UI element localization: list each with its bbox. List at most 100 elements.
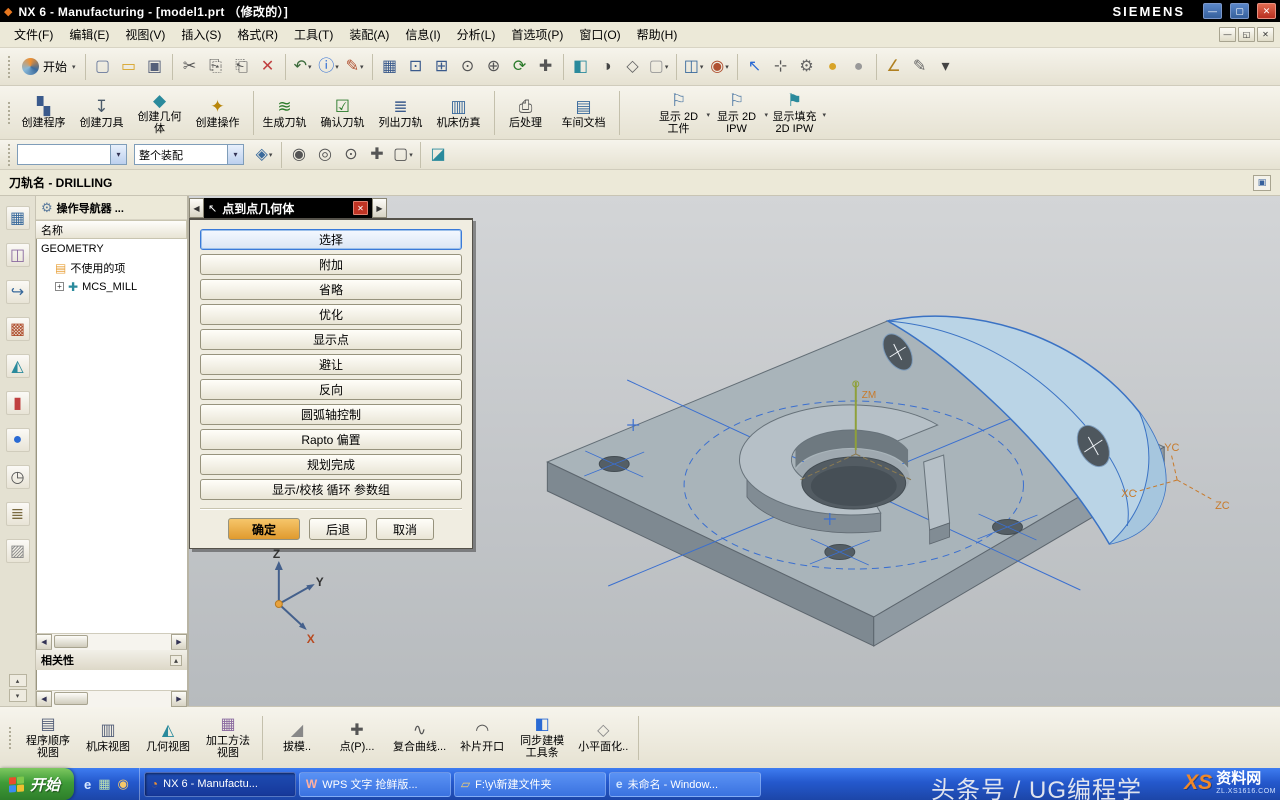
synchronous-modeling-button[interactable]: ◧同步建模工具条 <box>512 714 572 761</box>
navigator-hscrollbar[interactable]: ◀ ▶ <box>36 633 187 649</box>
snap-point-icon[interactable]: ⊹ <box>768 53 794 81</box>
panel-toggle-icon[interactable]: ▣ <box>1253 175 1271 191</box>
menu-item-9[interactable]: 首选项(P) <box>503 23 571 46</box>
resource-scroll-down-icon[interactable]: ▾ <box>9 689 27 702</box>
menu-item-3[interactable]: 插入(S) <box>173 23 229 46</box>
menu-item-10[interactable]: 窗口(O) <box>571 23 628 46</box>
reuse-library-icon[interactable]: ▩ <box>6 317 30 341</box>
selection-arrow-icon[interactable]: ↖ <box>742 53 768 81</box>
navigator-header[interactable]: ⚙ 操作导航器 ... <box>36 196 187 220</box>
sphere-gold-icon[interactable]: ● <box>820 53 846 81</box>
scroll-track[interactable] <box>52 691 171 707</box>
scroll-thumb[interactable] <box>54 692 88 705</box>
measure-icon[interactable]: ∠ <box>881 53 907 81</box>
composite-curve-button[interactable]: ∿复合曲线... <box>387 720 452 755</box>
geometry-view-button[interactable]: ◭几何视图 <box>138 720 198 755</box>
tree-row-1[interactable]: ▤不使用的项 <box>37 258 187 277</box>
dialog-title-bar[interactable]: ↖ 点到点几何体 ✕ <box>204 198 372 218</box>
create-geometry-button[interactable]: ◆创建几何体 <box>133 89 191 137</box>
type-filter-combo[interactable]: ▾ <box>17 144 127 165</box>
role-icon[interactable]: ◉▾ <box>707 53 733 81</box>
new-part-icon[interactable]: ▢ <box>90 53 116 81</box>
quick-launch-browser-icon[interactable]: e <box>84 777 91 792</box>
snap-intersection-icon[interactable]: ✚ <box>364 141 390 169</box>
menu-item-0[interactable]: 文件(F) <box>6 23 61 46</box>
machine-tool-view-button[interactable]: ▥机床视图 <box>78 720 138 755</box>
resource-scroll-up-icon[interactable]: ▴ <box>9 674 27 687</box>
mdi-close-button[interactable]: ✕ <box>1257 27 1274 42</box>
dialog-button-10[interactable]: 显示/校核 循环 参数组 <box>200 479 462 500</box>
view-filter-icon[interactable]: ◈▾ <box>251 141 277 169</box>
combo-caret-icon[interactable]: ▾ <box>110 145 126 164</box>
render-style-icon[interactable]: ◑ <box>594 53 620 81</box>
assembly-navigator-icon[interactable]: ▦ <box>6 206 30 230</box>
sketch-line-icon[interactable]: ✎ <box>907 53 933 81</box>
scroll-right-icon[interactable]: ▶ <box>171 691 187 707</box>
menu-item-2[interactable]: 视图(V) <box>117 23 173 46</box>
scroll-left-icon[interactable]: ◀ <box>36 634 52 650</box>
taskbar-task-3[interactable]: e未命名 - Window... <box>609 772 761 797</box>
shop-documentation-button[interactable]: ▤车间文档 <box>557 95 615 131</box>
mdi-restore-button[interactable]: ◱ <box>1238 27 1255 42</box>
cut-icon[interactable]: ✂ <box>177 53 203 81</box>
taskbar-task-1[interactable]: WWPS 文字 抢鲜版... <box>299 772 451 797</box>
history-icon[interactable]: ◷ <box>6 465 30 489</box>
show-2d-ipw-button[interactable]: ⚐显示 2DIPW▾ <box>710 89 768 137</box>
pan-view-icon[interactable]: ✚ <box>533 53 559 81</box>
machining-method-view-button[interactable]: ▦加工方法视图 <box>198 714 258 761</box>
patch-opening-button[interactable]: ◠补片开口 <box>452 720 512 755</box>
csys-grid-icon[interactable]: ▦ <box>377 53 403 81</box>
combo-caret-icon[interactable]: ▾ <box>227 145 243 164</box>
cancel-button[interactable]: 取消 <box>376 518 434 540</box>
create-operation-button[interactable]: ✦创建操作 <box>191 95 249 131</box>
rectangle-select-icon[interactable]: ▢▾ <box>390 141 416 169</box>
mdi-minimize-button[interactable]: — <box>1219 27 1236 42</box>
menu-item-4[interactable]: 格式(R) <box>229 23 286 46</box>
tree-row-0[interactable]: GEOMETRY <box>37 239 187 258</box>
facet-body-button[interactable]: ◇小平面化.. <box>572 720 634 755</box>
menu-item-6[interactable]: 装配(A) <box>341 23 397 46</box>
constraint-navigator-icon[interactable]: ◫ <box>6 243 30 267</box>
analysis-monitor-icon[interactable]: ▮ <box>6 391 30 415</box>
open-icon[interactable]: ▭ <box>116 53 142 81</box>
verify-toolpath-button[interactable]: ☑确认刀轨 <box>316 95 374 131</box>
hd3d-tools-icon[interactable]: ◭ <box>6 354 30 378</box>
fit-view-icon[interactable]: ⊡ <box>403 53 429 81</box>
tree-row-2[interactable]: +✚MCS_MILL <box>37 277 187 296</box>
quick-launch-desktop-icon[interactable]: ▦ <box>98 776 110 792</box>
shaded-cube-icon[interactable]: ◪ <box>425 141 451 169</box>
create-program-button[interactable]: ▚创建程序 <box>17 95 75 131</box>
edit-icon[interactable]: ✎▾ <box>342 53 368 81</box>
wireframe-view-icon[interactable]: ◇ <box>620 53 646 81</box>
dialog-button-3[interactable]: 优化 <box>200 304 462 325</box>
selection-scope-combo[interactable]: 整个装配 ▾ <box>134 144 244 165</box>
menu-item-11[interactable]: 帮助(H) <box>629 23 686 46</box>
dialog-button-2[interactable]: 省略 <box>200 279 462 300</box>
generate-toolpath-button[interactable]: ≋生成刀轨 <box>258 95 316 131</box>
menu-item-7[interactable]: 信息(I) <box>397 23 448 46</box>
dialog-button-4[interactable]: 显示点 <box>200 329 462 350</box>
program-order-view-button[interactable]: ▤程序顺序视图 <box>18 714 78 761</box>
dialog-close-icon[interactable]: ✕ <box>353 201 368 215</box>
menu-item-1[interactable]: 编辑(E) <box>61 23 117 46</box>
post-process-button[interactable]: ⎙后处理 <box>499 95 557 131</box>
dependencies-section[interactable]: 相关性 ▴ <box>36 649 187 670</box>
dialog-button-7[interactable]: 圆弧轴控制 <box>200 404 462 425</box>
dialog-forward-button[interactable]: ▶ <box>372 198 387 218</box>
dialog-button-8[interactable]: Rapto 偏置 <box>200 429 462 450</box>
snap-center-icon[interactable]: ⊙ <box>338 141 364 169</box>
dialog-button-9[interactable]: 规划完成 <box>200 454 462 475</box>
sphere-gray-icon[interactable]: ● <box>846 53 872 81</box>
quick-launch-player-icon[interactable]: ◉ <box>118 776 129 792</box>
dialog-button-5[interactable]: 避让 <box>200 354 462 375</box>
internet-browser-icon[interactable]: ● <box>6 428 30 452</box>
rotate-view-icon[interactable]: ⟳ <box>507 53 533 81</box>
start-menu-button[interactable]: 开始 ▾ <box>17 56 81 77</box>
menu-item-8[interactable]: 分析(L) <box>449 23 504 46</box>
dependencies-hscrollbar[interactable]: ◀ ▶ <box>36 690 187 706</box>
shaded-view-icon[interactable]: ◧ <box>568 53 594 81</box>
scroll-left-icon[interactable]: ◀ <box>36 691 52 707</box>
scroll-thumb[interactable] <box>54 635 88 648</box>
close-button[interactable]: ✕ <box>1257 3 1276 19</box>
snap-mid-point-icon[interactable]: ◎ <box>312 141 338 169</box>
